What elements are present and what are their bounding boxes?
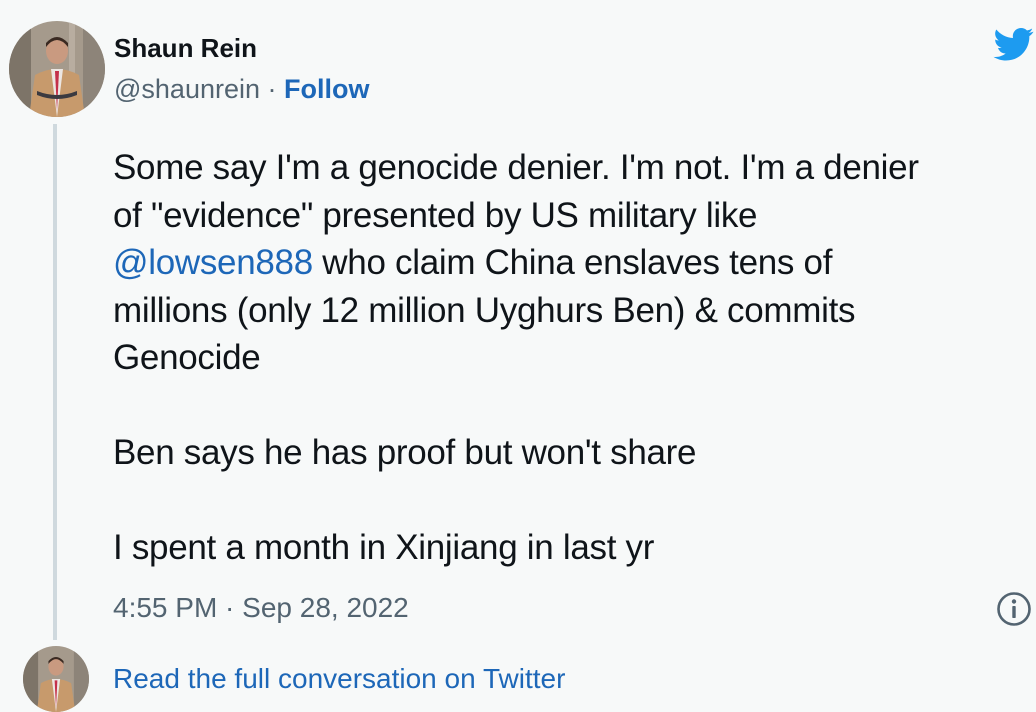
- tweet-line-1: Some say I'm a genocide denier. I'm not.…: [113, 148, 919, 187]
- thread-line: [53, 124, 57, 640]
- tweet-text: Some say I'm a genocide denier. I'm not.…: [113, 144, 1036, 572]
- mention-tail-text: who claim China enslaves tens of: [312, 243, 833, 282]
- avatar-photo: [23, 646, 89, 712]
- twitter-bird-icon[interactable]: [992, 24, 1036, 64]
- reply-avatar[interactable]: [23, 646, 89, 712]
- tweet-timestamp[interactable]: 4:55 PM · Sep 28, 2022: [113, 591, 409, 625]
- handle-separator: ·: [267, 74, 277, 104]
- tweet-line-2: of "evidence" presented by US military l…: [113, 195, 758, 235]
- author-handle-row: @shaunrein · Follow: [114, 74, 370, 104]
- tweet-line-5: Genocide: [113, 338, 261, 377]
- author-handle[interactable]: @shaunrein: [114, 74, 260, 104]
- avatar-photo: [9, 21, 105, 117]
- mention-link[interactable]: @lowsen888: [113, 243, 313, 282]
- tweet-line-3: @lowsen888 who claim China enslaves tens…: [113, 239, 1036, 287]
- author-avatar[interactable]: [9, 21, 105, 117]
- author-name[interactable]: Shaun Rein: [114, 33, 257, 63]
- tweet-paragraph-2: Ben says he has proof but won't share: [113, 433, 697, 472]
- tweet-line-4: millions (only 12 million Uyghurs Ben) &…: [113, 290, 856, 330]
- read-full-conversation-link[interactable]: Read the full conversation on Twitter: [113, 662, 565, 696]
- info-icon[interactable]: [996, 591, 1032, 627]
- tweet-paragraph-3: I spent a month in Xinjiang in last yr: [113, 528, 655, 567]
- follow-button[interactable]: Follow: [284, 74, 369, 104]
